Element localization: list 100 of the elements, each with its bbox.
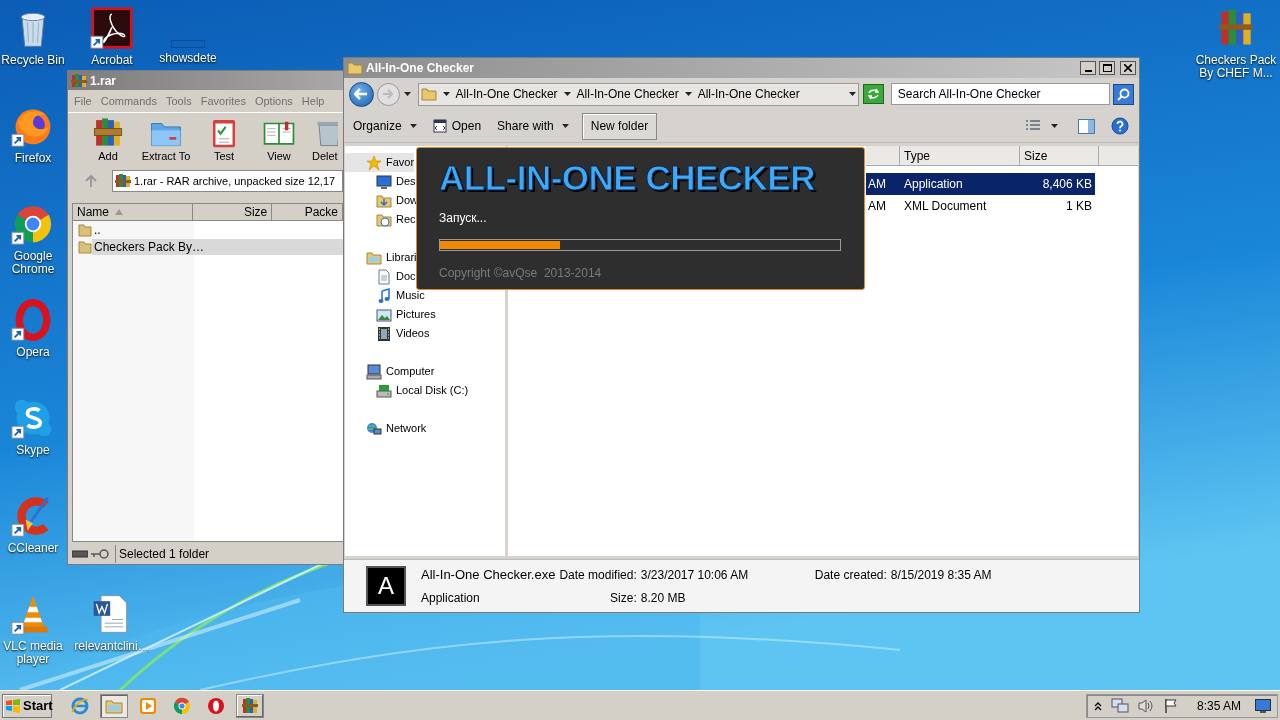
desktop-shortcut[interactable]: Firefox	[0, 104, 66, 165]
folder-icon	[78, 223, 92, 237]
caret-icon	[404, 92, 412, 96]
nav-item[interactable]: Network	[345, 419, 427, 438]
desktop-icon	[1255, 698, 1271, 713]
address-field[interactable]: 1.rar - RAR archive, unpacked size 12,17	[112, 170, 343, 192]
clock-folder-icon	[376, 211, 392, 228]
star-icon	[366, 154, 382, 171]
back-arrow-icon	[354, 88, 369, 100]
taskbar-button[interactable]	[236, 693, 264, 718]
copyright-text: Copyright ©avQse 2013-2014	[439, 265, 603, 282]
nav-item[interactable]: Doc	[345, 267, 416, 286]
hard-drive-icon	[376, 382, 392, 399]
table-cell[interactable]: 8,406 KB	[1020, 173, 1095, 195]
search-button[interactable]	[1113, 83, 1134, 105]
desktop-shortcut[interactable]: Recycle Bin	[0, 6, 66, 67]
table-cell[interactable]: 1 KB	[1020, 195, 1095, 217]
up-arrow-icon	[84, 174, 98, 188]
speaker-icon	[1136, 697, 1155, 714]
breadcrumb-link[interactable]: All-In-One Checker	[455, 85, 558, 103]
toolbar-button[interactable]: Test	[198, 115, 250, 163]
desktop-shortcut[interactable]: Google Chrome	[0, 202, 66, 276]
table-cell[interactable]: XML Document	[900, 195, 1020, 217]
history-dropdown[interactable]	[402, 92, 413, 96]
drive-icon	[72, 550, 88, 558]
refresh-button[interactable]	[863, 84, 884, 104]
start-button[interactable]: Start	[2, 693, 52, 718]
caret-icon	[561, 124, 569, 128]
caret-icon	[409, 124, 417, 128]
minimize-button[interactable]	[1080, 61, 1096, 75]
column-header[interactable]: Size	[1020, 146, 1099, 166]
file-name[interactable]: ..	[92, 222, 343, 238]
file-name[interactable]: Checkers Pack By…	[92, 239, 343, 255]
network-icon	[1110, 697, 1129, 714]
toolbar-menu[interactable]: Share with	[494, 117, 572, 135]
nav-item[interactable]: Pictures	[345, 305, 436, 324]
clock[interactable]: 8:35 AM	[1196, 696, 1241, 715]
caret-icon	[563, 92, 571, 96]
nav-item[interactable]: Des	[345, 172, 416, 191]
nav-item[interactable]: Videos	[345, 324, 430, 343]
toolbar-button[interactable]: Delet	[308, 115, 343, 163]
folder-icon	[347, 60, 363, 76]
key-icon	[91, 549, 109, 559]
status-text: Selected 1 folder	[115, 545, 210, 563]
toolbar-button[interactable]: Add	[82, 115, 134, 163]
field-label: Date modified:	[559, 567, 637, 584]
search-icon	[1117, 87, 1131, 101]
globe-monitor-icon	[366, 420, 382, 437]
field-value: 8.20 MB	[640, 589, 687, 607]
toolbar-button[interactable]: Extract To	[134, 115, 198, 163]
browser-e-icon	[70, 695, 90, 716]
address-bar[interactable]: All-In-One Checker All-In-One Checker All-In-One Checker	[417, 82, 859, 106]
film-strip-icon	[376, 325, 392, 342]
nav-item[interactable]: Computer	[345, 362, 435, 381]
search-field[interactable]: Search All-In-One Checker	[890, 83, 1111, 105]
window-icon	[432, 119, 447, 133]
chrome-circle-icon	[172, 695, 192, 716]
breadcrumb-link[interactable]: All-In-One Checker	[576, 85, 679, 103]
field-value: 3/23/2017 10:06 AM	[640, 567, 750, 584]
desktop-shortcut[interactable]: Skype	[0, 396, 66, 457]
preview-pane-icon	[1078, 118, 1095, 134]
breadcrumb-link[interactable]: All-In-One Checker	[697, 85, 800, 103]
column-header[interactable]: Name	[73, 204, 193, 221]
maximize-button[interactable]	[1099, 61, 1115, 75]
table-cell[interactable]: Application	[900, 173, 1020, 195]
help-icon	[1111, 117, 1129, 135]
toolbar-button[interactable]: View	[250, 115, 308, 163]
nav-item[interactable]: Librari	[345, 248, 417, 267]
toolbar-menu[interactable]: Organize	[350, 117, 420, 135]
archive-icon	[71, 72, 87, 89]
windows-flag-icon	[5, 697, 21, 714]
file-type: Application	[421, 589, 481, 607]
minimize-icon	[1084, 70, 1092, 72]
taskbar-button[interactable]	[100, 693, 128, 718]
table-cell[interactable]: AM	[866, 195, 900, 217]
close-icon	[1124, 64, 1132, 72]
column-header[interactable]: Size	[192, 204, 273, 221]
field-value: 8/15/2019 8:35 AM	[890, 567, 992, 584]
column-header[interactable]: Packe	[272, 204, 343, 221]
nav-item[interactable]: Local Disk (C:)	[345, 381, 469, 400]
nav-item[interactable]: Music	[345, 286, 425, 305]
folder-arrow-icon	[376, 192, 392, 209]
maximize-icon	[1102, 64, 1112, 72]
details-view-icon	[1025, 119, 1041, 133]
nav-item[interactable]: Favor	[345, 153, 415, 172]
folder-icon	[78, 240, 92, 254]
close-button[interactable]	[1120, 61, 1136, 75]
desktop-shortcut[interactable]: Checkers Pack By CHEF M...	[1194, 6, 1278, 80]
table-cell[interactable]: AM	[866, 173, 900, 195]
ring-icon	[206, 695, 226, 716]
chevron-up-icon	[1092, 700, 1103, 711]
music-note-icon	[376, 287, 392, 304]
flag-icon	[1162, 697, 1179, 714]
show-desktop-button[interactable]	[1255, 698, 1271, 713]
desktop-shortcut[interactable]: Opera	[0, 298, 66, 359]
column-header[interactable]: Type	[900, 146, 1020, 166]
back-button[interactable]	[349, 81, 374, 107]
nav-item[interactable]: Rec	[345, 210, 416, 229]
new-folder-button[interactable]: New folder	[581, 112, 658, 140]
open-button[interactable]: Open	[429, 117, 485, 135]
